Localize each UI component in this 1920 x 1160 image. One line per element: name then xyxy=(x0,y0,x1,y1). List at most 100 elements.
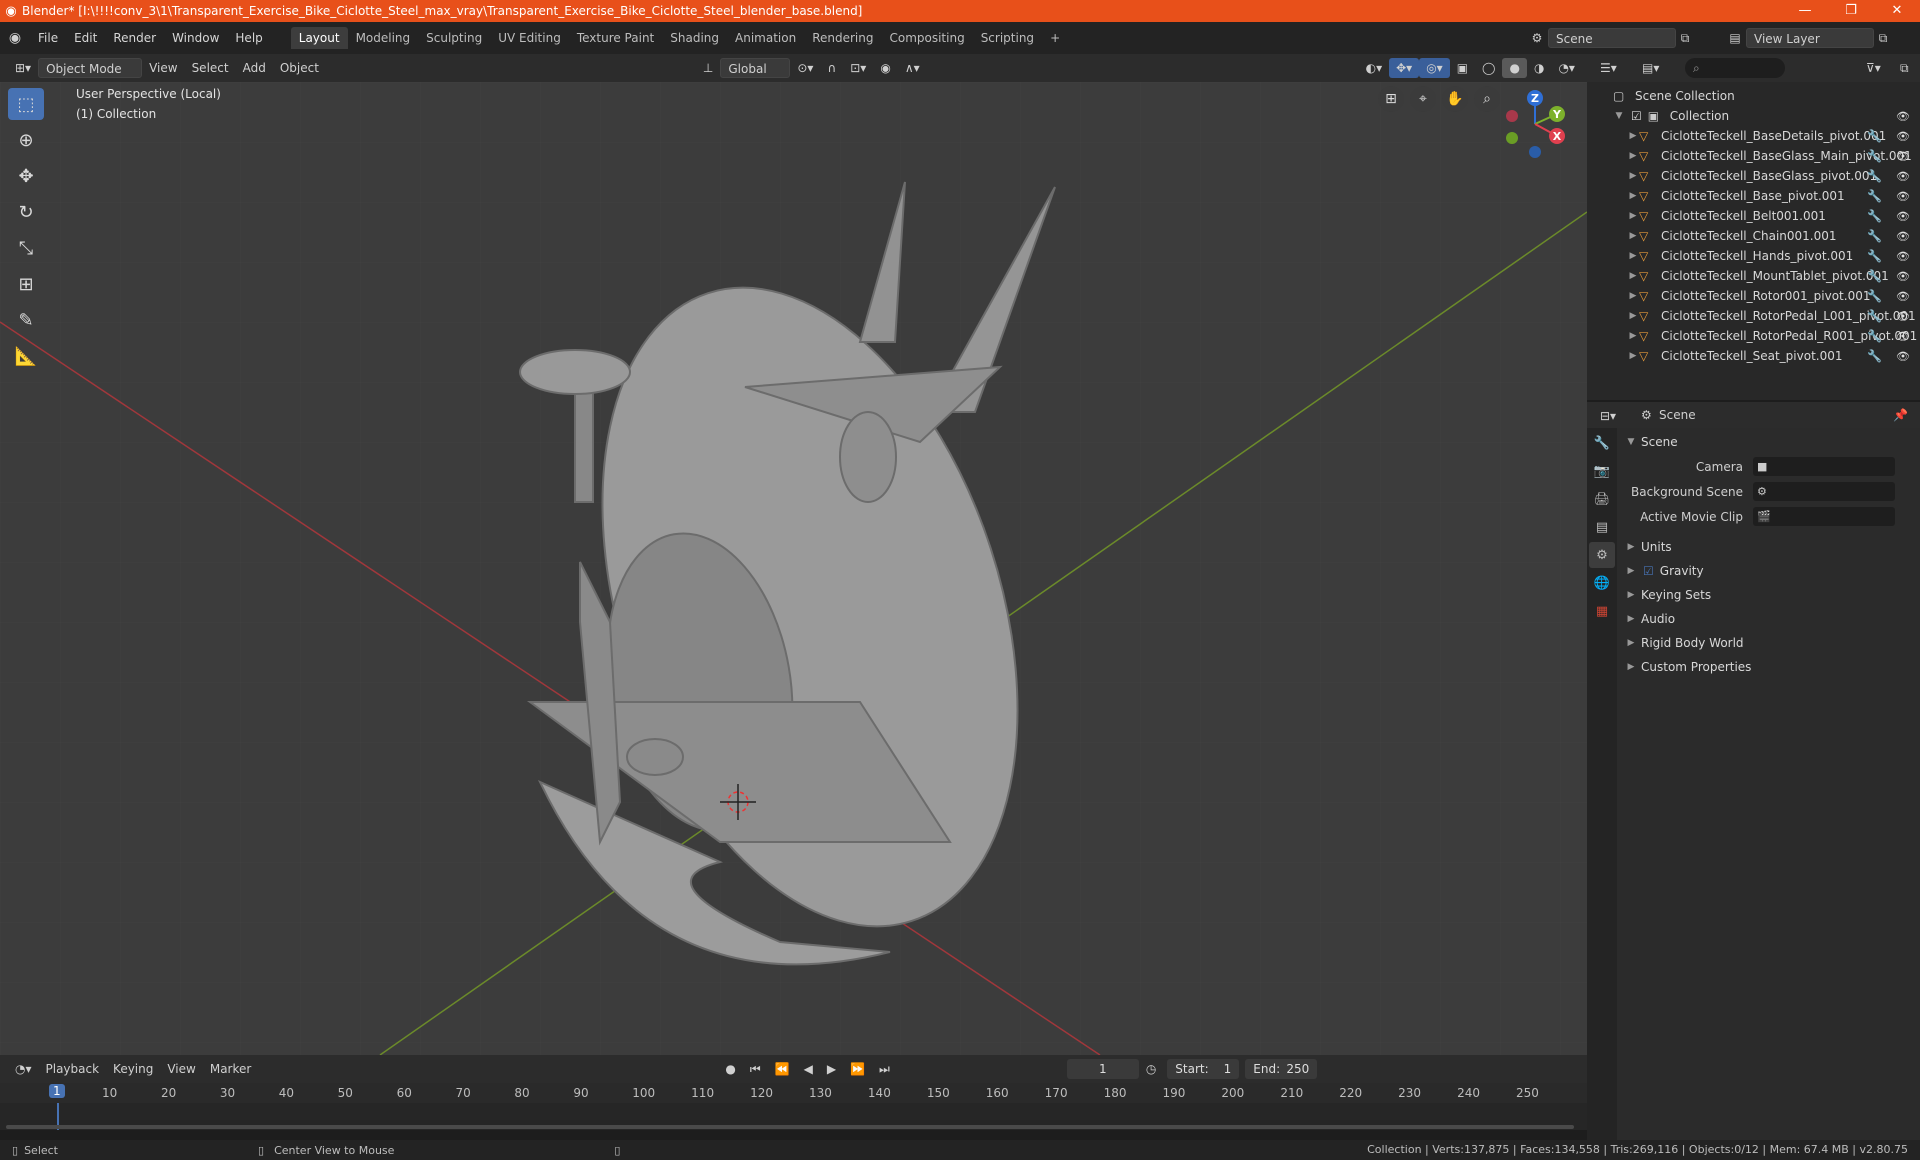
modifier-wrench-icon[interactable]: 🔧 xyxy=(1867,209,1882,223)
outliner-object-row[interactable]: ▶ ▽ CiclotteTeckell_BaseDetails_pivot.001 🔧… xyxy=(1587,126,1920,146)
outliner-collection[interactable]: ▼ ☑ ▣ Collection 👁 xyxy=(1587,106,1920,126)
properties-editor-type-icon[interactable]: ⊟▾ xyxy=(1593,406,1623,426)
menu-file[interactable]: File xyxy=(30,27,66,49)
snap-icon[interactable]: ∩ xyxy=(820,58,843,78)
menu-add[interactable]: Add xyxy=(236,58,273,78)
tab-shading[interactable]: Shading xyxy=(662,27,727,49)
visibility-eye-icon[interactable]: 👁 xyxy=(1896,210,1910,223)
gizmo-x-label[interactable]: X xyxy=(1553,130,1562,143)
jump-start-icon[interactable]: ⏮ xyxy=(743,1059,768,1079)
modifier-wrench-icon[interactable]: 🔧 xyxy=(1867,349,1882,363)
timeline-editor-type-icon[interactable]: ◔▾ xyxy=(8,1059,39,1079)
modifier-wrench-icon[interactable]: 🔧 xyxy=(1867,169,1882,183)
wireframe-shading-icon[interactable]: ◯ xyxy=(1475,58,1502,78)
xray-icon[interactable]: ▣ xyxy=(1450,58,1475,78)
expand-triangle-icon[interactable]: ▶ xyxy=(1627,311,1639,321)
tab-texture-paint[interactable]: Texture Paint xyxy=(569,27,662,49)
measure-tool-icon[interactable]: 📐 xyxy=(8,340,44,372)
expand-triangle-icon[interactable]: ▶ xyxy=(1627,151,1639,161)
cursor-tool-icon[interactable]: ⊕ xyxy=(8,124,44,156)
panel-rigid-body-world[interactable]: ▶ Rigid Body World xyxy=(1617,631,1920,655)
modifier-wrench-icon[interactable]: 🔧 xyxy=(1867,149,1882,163)
outliner-scene-collection[interactable]: ▢ Scene Collection xyxy=(1587,86,1920,106)
play-icon[interactable]: ▶ xyxy=(820,1059,843,1079)
close-button[interactable]: ✕ xyxy=(1874,0,1920,22)
timeline-scrollbar[interactable] xyxy=(6,1125,1574,1129)
prev-keyframe-icon[interactable]: ⏪ xyxy=(768,1059,797,1079)
scene-selector[interactable]: Scene xyxy=(1548,28,1676,48)
expand-triangle-icon[interactable]: ▶ xyxy=(1627,251,1639,261)
timeline-track[interactable] xyxy=(0,1103,1587,1130)
visibility-icon[interactable]: ◐▾ xyxy=(1359,58,1390,78)
visibility-eye-icon[interactable]: 👁 xyxy=(1896,350,1910,363)
scale-tool-icon[interactable]: ⤡ xyxy=(8,232,44,264)
expand-triangle-icon[interactable]: ▶ xyxy=(1627,131,1639,141)
record-icon[interactable]: ● xyxy=(718,1059,742,1079)
modifier-wrench-icon[interactable]: 🔧 xyxy=(1867,129,1882,143)
expand-triangle-icon[interactable]: ▶ xyxy=(1627,331,1639,341)
mode-selector[interactable]: Object Mode xyxy=(38,58,143,78)
panel-keying-sets[interactable]: ▶ Keying Sets xyxy=(1617,583,1920,607)
editor-type-icon[interactable]: ⊞▾ xyxy=(8,58,38,78)
visibility-eye-icon[interactable]: 👁 xyxy=(1896,310,1910,323)
proportional-edit-icon[interactable]: ◉ xyxy=(873,58,897,78)
outliner-search-input[interactable]: ⌕ xyxy=(1685,58,1785,78)
panel-custom-properties[interactable]: ▶ Custom Properties xyxy=(1617,655,1920,679)
display-mode-icon[interactable]: ▤▾ xyxy=(1635,58,1666,78)
visibility-eye-icon[interactable]: 👁 xyxy=(1896,270,1910,283)
overlay-toggle-icon[interactable]: ◎▾ xyxy=(1419,58,1450,78)
next-keyframe-icon[interactable]: ⏩ xyxy=(843,1059,872,1079)
new-scene-icon[interactable]: ⧉ xyxy=(1676,31,1694,46)
expand-triangle-icon[interactable]: ▶ xyxy=(1627,191,1639,201)
solid-shading-icon[interactable]: ● xyxy=(1502,58,1527,78)
jump-end-icon[interactable]: ⏭ xyxy=(872,1059,897,1079)
new-collection-icon[interactable]: ⧉ xyxy=(1893,58,1916,78)
visibility-eye-icon[interactable]: 👁 xyxy=(1896,170,1910,183)
modifier-wrench-icon[interactable]: 🔧 xyxy=(1867,289,1882,303)
pin-icon[interactable]: 📌 xyxy=(1893,408,1908,422)
timeline-ruler[interactable]: 1 10 20 30 40 50 60 70 80 90 100 110 120 130 140 150 160… xyxy=(0,1083,1587,1103)
modifier-wrench-icon[interactable]: 🔧 xyxy=(1867,309,1882,323)
tool-tab-icon[interactable]: 🔧 xyxy=(1589,430,1615,456)
pan-view-icon[interactable]: ✋ xyxy=(1442,86,1468,112)
modifier-wrench-icon[interactable]: 🔧 xyxy=(1867,269,1882,283)
move-tool-icon[interactable]: ✥ xyxy=(8,160,44,192)
background-scene-field[interactable]: ⚙ xyxy=(1753,482,1895,501)
camera-view-icon[interactable]: ⌖ xyxy=(1410,86,1436,112)
visibility-eye-icon[interactable]: 👁 xyxy=(1896,330,1910,343)
blender-menu-icon[interactable]: ◉ xyxy=(0,30,30,46)
tab-sculpting[interactable]: Sculpting xyxy=(418,27,490,49)
minimize-button[interactable]: — xyxy=(1782,0,1828,22)
end-frame-field[interactable]: End: 250 xyxy=(1245,1059,1318,1079)
visibility-eye-icon[interactable]: 👁 xyxy=(1896,290,1910,303)
visibility-eye-icon[interactable]: 👁 xyxy=(1896,250,1910,263)
snap-target-icon[interactable]: ⊡▾ xyxy=(843,58,873,78)
3d-viewport[interactable]: Z Y X xyxy=(0,82,1587,1055)
scene-tab-icon[interactable]: ⚙ xyxy=(1589,542,1615,568)
material-shading-icon[interactable]: ◑ xyxy=(1527,58,1551,78)
tab-modeling[interactable]: Modeling xyxy=(348,27,419,49)
tab-animation[interactable]: Animation xyxy=(727,27,804,49)
collapse-triangle-icon[interactable]: ▼ xyxy=(1625,437,1637,447)
gravity-checkbox[interactable]: ☑ xyxy=(1643,564,1654,578)
rotate-tool-icon[interactable]: ↻ xyxy=(8,196,44,228)
select-box-tool-icon[interactable]: ⬚ xyxy=(8,88,44,120)
expand-triangle-icon[interactable]: ▶ xyxy=(1627,171,1639,181)
maximize-button[interactable]: ❐ xyxy=(1828,0,1874,22)
annotate-tool-icon[interactable]: ✎ xyxy=(8,304,44,336)
menu-playback[interactable]: Playback xyxy=(39,1059,107,1079)
panel-gravity[interactable]: ▶ ☑ Gravity xyxy=(1617,559,1920,583)
visibility-eye-icon[interactable]: 👁 xyxy=(1896,110,1910,123)
tab-scripting[interactable]: Scripting xyxy=(973,27,1042,49)
visibility-eye-icon[interactable]: 👁 xyxy=(1896,230,1910,243)
outliner-object-row[interactable]: ▶ ▽ CiclotteTeckell_Hands_pivot.001 🔧 👁 xyxy=(1587,246,1920,266)
start-frame-field[interactable]: Start: 1 xyxy=(1167,1059,1240,1079)
world-tab-icon[interactable]: 🌐 xyxy=(1589,570,1615,596)
tab-layout[interactable]: Layout xyxy=(290,27,348,49)
menu-object[interactable]: Object xyxy=(273,58,326,78)
modifier-wrench-icon[interactable]: 🔧 xyxy=(1867,249,1882,263)
add-workspace-button[interactable]: + xyxy=(1042,27,1068,49)
tab-compositing[interactable]: Compositing xyxy=(881,27,972,49)
panel-units[interactable]: ▶ Units xyxy=(1617,535,1920,559)
expand-triangle-icon[interactable]: ▶ xyxy=(1627,211,1639,221)
